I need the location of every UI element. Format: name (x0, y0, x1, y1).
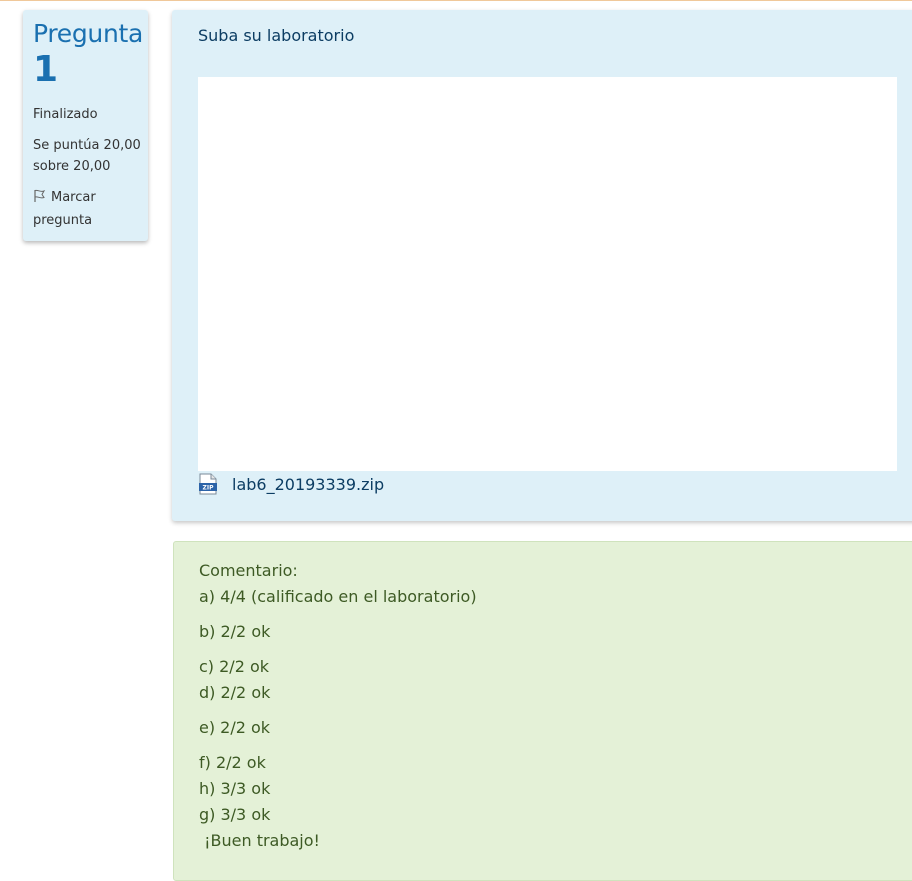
flag-question-link[interactable]: Marcar pregunta (33, 187, 148, 231)
comment-heading: Comentario: (199, 561, 298, 580)
comment-line: a) 4/4 (calificado en el laboratorio) (199, 587, 477, 606)
comment-line: h) 3/3 ok (199, 779, 271, 798)
attachment-file-link[interactable]: lab6_20193339.zip (232, 475, 384, 494)
question-label: Pregunta (33, 19, 144, 48)
attachment-row: ZIP lab6_20193339.zip (199, 471, 384, 497)
top-divider (0, 0, 912, 1)
question-grade: Se puntúa 20,00 sobre 20,00 (33, 138, 141, 174)
question-text: Suba su laboratorio (198, 26, 355, 45)
question-info-panel: Pregunta 1 Finalizado Se puntúa 20,00 so… (23, 10, 148, 241)
flag-icon (33, 189, 46, 210)
comment-closing: ¡Buen trabajo! (199, 831, 320, 850)
svg-text:ZIP: ZIP (203, 485, 215, 492)
question-state: Finalizado (33, 107, 98, 122)
question-panel: Suba su laboratorio ZIP lab6_20193339.zi… (172, 10, 912, 521)
comment-line: b) 2/2 ok (199, 622, 271, 641)
comment-line: c) 2/2 ok (199, 657, 270, 676)
comment-line: d) 2/2 ok (199, 683, 271, 702)
comment-line: f) 2/2 ok (199, 753, 266, 772)
submission-content-area (198, 77, 897, 471)
question-number: 1 (33, 49, 59, 90)
comment-line: g) 3/3 ok (199, 805, 271, 824)
comment-line: e) 2/2 ok (199, 718, 271, 737)
zip-file-icon: ZIP (199, 473, 217, 495)
feedback-comment-panel: Comentario: a) 4/4 (calificado en el lab… (173, 541, 912, 881)
